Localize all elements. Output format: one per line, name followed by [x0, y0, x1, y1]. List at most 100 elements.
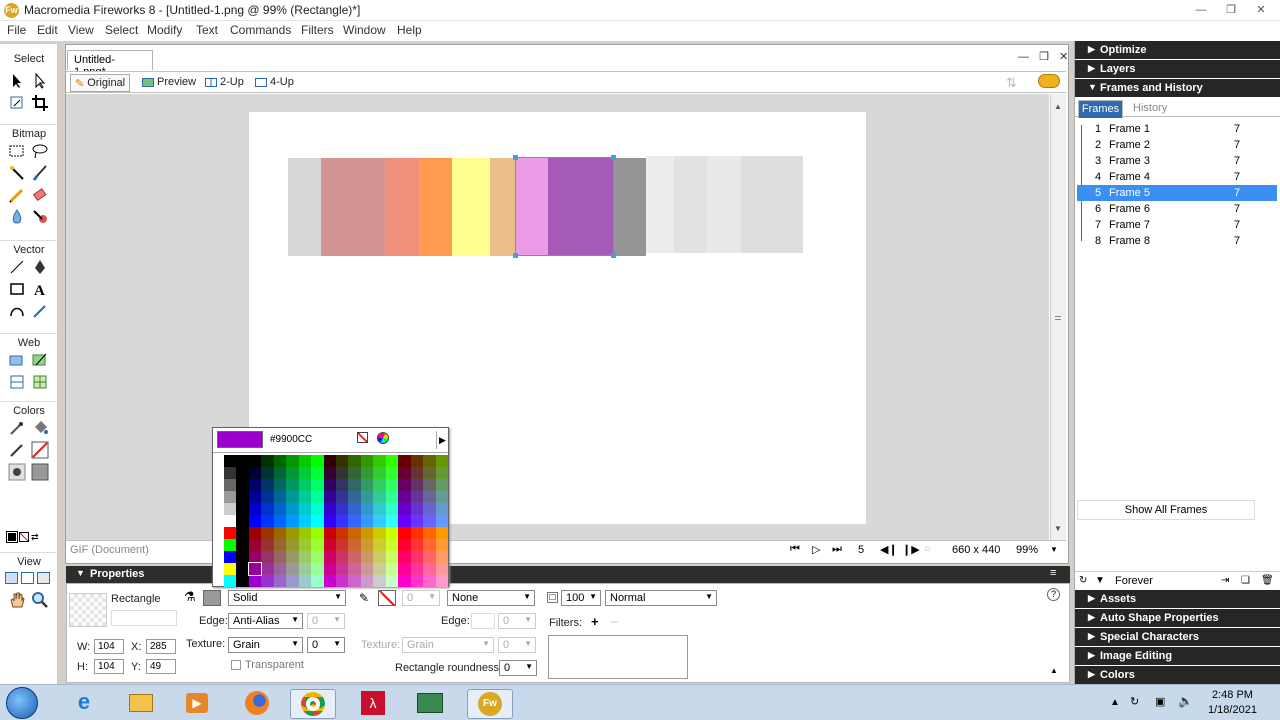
- palette-swatch[interactable]: [298, 467, 312, 479]
- palette-swatch[interactable]: [398, 563, 411, 575]
- palette-swatch[interactable]: [336, 491, 349, 503]
- palette-swatch[interactable]: [373, 455, 386, 467]
- palette-swatch[interactable]: [360, 551, 374, 563]
- rectangle-tool-icon[interactable]: [8, 280, 26, 298]
- palette-swatch[interactable]: [261, 491, 274, 503]
- palette-swatch[interactable]: [236, 467, 249, 479]
- palette-swatch[interactable]: [311, 503, 324, 515]
- frame-row[interactable]: 6 Frame 6 7: [1077, 201, 1277, 217]
- remove-filter-icon[interactable]: –: [611, 614, 618, 628]
- palette-swatch[interactable]: [224, 467, 237, 479]
- help-icon[interactable]: ?: [1047, 588, 1060, 601]
- selection-handle[interactable]: [611, 253, 616, 258]
- palette-swatch[interactable]: [224, 551, 237, 563]
- distribute-to-frames-icon[interactable]: ⇥: [1221, 575, 1229, 586]
- palette-swatch[interactable]: [273, 455, 287, 467]
- palette-swatch[interactable]: [423, 455, 436, 467]
- slice-tool-icon[interactable]: [31, 351, 49, 369]
- volume-icon[interactable]: 🔈: [1178, 694, 1193, 708]
- show-all-frames-button[interactable]: Show All Frames: [1077, 500, 1255, 520]
- palette-swatch[interactable]: [385, 479, 399, 491]
- palette-swatch[interactable]: [348, 527, 361, 539]
- palette-options-arrow-icon[interactable]: ▶: [436, 431, 448, 449]
- palette-swatch[interactable]: [385, 491, 399, 503]
- next-frame-icon[interactable]: ❙▶: [902, 543, 920, 556]
- assets-panel-header[interactable]: ▶ Assets: [1075, 590, 1280, 608]
- tab-2-up[interactable]: 2-Up: [205, 76, 244, 88]
- palette-swatch[interactable]: [435, 563, 448, 575]
- palette-swatch[interactable]: [398, 515, 411, 527]
- knife-tool-icon[interactable]: [31, 302, 49, 320]
- palette-swatch[interactable]: [373, 479, 386, 491]
- palette-swatch[interactable]: [286, 467, 299, 479]
- palette-swatch[interactable]: [248, 503, 262, 515]
- paint-bucket-tool-icon[interactable]: [31, 419, 49, 437]
- object-name-field[interactable]: [111, 610, 177, 626]
- palette-swatch[interactable]: [410, 503, 424, 515]
- color-swatch-rect[interactable]: [548, 158, 613, 256]
- palette-swatch[interactable]: [248, 455, 262, 467]
- palette-swatch[interactable]: [286, 515, 299, 527]
- palette-swatch[interactable]: [261, 527, 274, 539]
- clock-date[interactable]: 1/18/2021: [1208, 704, 1257, 716]
- palette-swatch[interactable]: [286, 491, 299, 503]
- palette-swatch[interactable]: [373, 539, 386, 551]
- palette-swatch[interactable]: [286, 527, 299, 539]
- palette-swatch[interactable]: [360, 479, 374, 491]
- frame-row-selected[interactable]: 5 Frame 5 7: [1077, 185, 1277, 201]
- internet-explorer-icon[interactable]: e: [64, 689, 104, 719]
- palette-swatch[interactable]: [348, 491, 361, 503]
- palette-swatch[interactable]: [348, 515, 361, 527]
- palette-swatch[interactable]: [224, 575, 237, 587]
- y-field[interactable]: 49: [146, 659, 176, 674]
- auto-shape-properties-panel-header[interactable]: ▶ Auto Shape Properties: [1075, 609, 1280, 627]
- palette-swatch[interactable]: [348, 455, 361, 467]
- blur-tool-icon[interactable]: [8, 208, 26, 226]
- palette-swatch[interactable]: [248, 479, 262, 491]
- palette-swatch[interactable]: [348, 575, 361, 587]
- palette-swatch[interactable]: [360, 539, 374, 551]
- doc-minimize-icon[interactable]: —: [1018, 51, 1029, 63]
- filters-list[interactable]: [548, 635, 688, 679]
- palette-swatch[interactable]: [410, 563, 424, 575]
- frame-row[interactable]: 1 Frame 1 7: [1077, 121, 1277, 137]
- palette-swatch[interactable]: [248, 551, 262, 563]
- palette-swatch[interactable]: [323, 491, 336, 503]
- palette-swatch[interactable]: [336, 467, 349, 479]
- palette-swatch[interactable]: [298, 515, 312, 527]
- color-swatch-rect[interactable]: [741, 156, 803, 253]
- palette-swatch[interactable]: [360, 503, 374, 515]
- palette-swatch[interactable]: [273, 479, 287, 491]
- palette-swatch[interactable]: [311, 527, 324, 539]
- menu-text[interactable]: Text: [196, 23, 218, 37]
- palette-swatch[interactable]: [410, 455, 424, 467]
- frame-row[interactable]: 8 Frame 8 7: [1077, 233, 1277, 249]
- swap-colors-icon[interactable]: ⇄: [31, 532, 43, 542]
- palette-swatch[interactable]: [435, 479, 448, 491]
- palette-swatch[interactable]: [224, 503, 237, 515]
- palette-swatch[interactable]: [336, 527, 349, 539]
- color-swatch-rect[interactable]: [419, 158, 452, 256]
- eyedropper-tool-icon[interactable]: [8, 419, 26, 437]
- stroke-edge-field[interactable]: [471, 613, 495, 629]
- hotspot-tool-icon[interactable]: [8, 351, 26, 369]
- color-swatch-rect[interactable]: [707, 156, 741, 253]
- menu-file[interactable]: File: [7, 23, 26, 37]
- palette-swatch[interactable]: [336, 479, 349, 491]
- frame-row[interactable]: 3 Frame 3 7: [1077, 153, 1277, 169]
- palette-swatch[interactable]: [323, 515, 336, 527]
- fullscreen-mode-icon[interactable]: [37, 572, 50, 584]
- quick-export-icon[interactable]: ⇅: [1006, 75, 1017, 91]
- last-frame-icon[interactable]: ⏭: [832, 543, 842, 556]
- tab-4-up[interactable]: 4-Up: [255, 76, 294, 88]
- palette-swatch[interactable]: [435, 455, 448, 467]
- restore-icon[interactable]: ❐: [1220, 2, 1242, 18]
- x-field[interactable]: 285: [146, 639, 176, 654]
- palette-swatch[interactable]: [348, 563, 361, 575]
- palette-swatch[interactable]: [248, 575, 262, 587]
- palette-swatch[interactable]: [311, 539, 324, 551]
- panel-options-icon[interactable]: ≡: [1050, 567, 1056, 579]
- menu-filters[interactable]: Filters: [301, 23, 334, 37]
- color-swatch-rect[interactable]: [321, 158, 385, 256]
- file-explorer-icon[interactable]: [121, 689, 161, 719]
